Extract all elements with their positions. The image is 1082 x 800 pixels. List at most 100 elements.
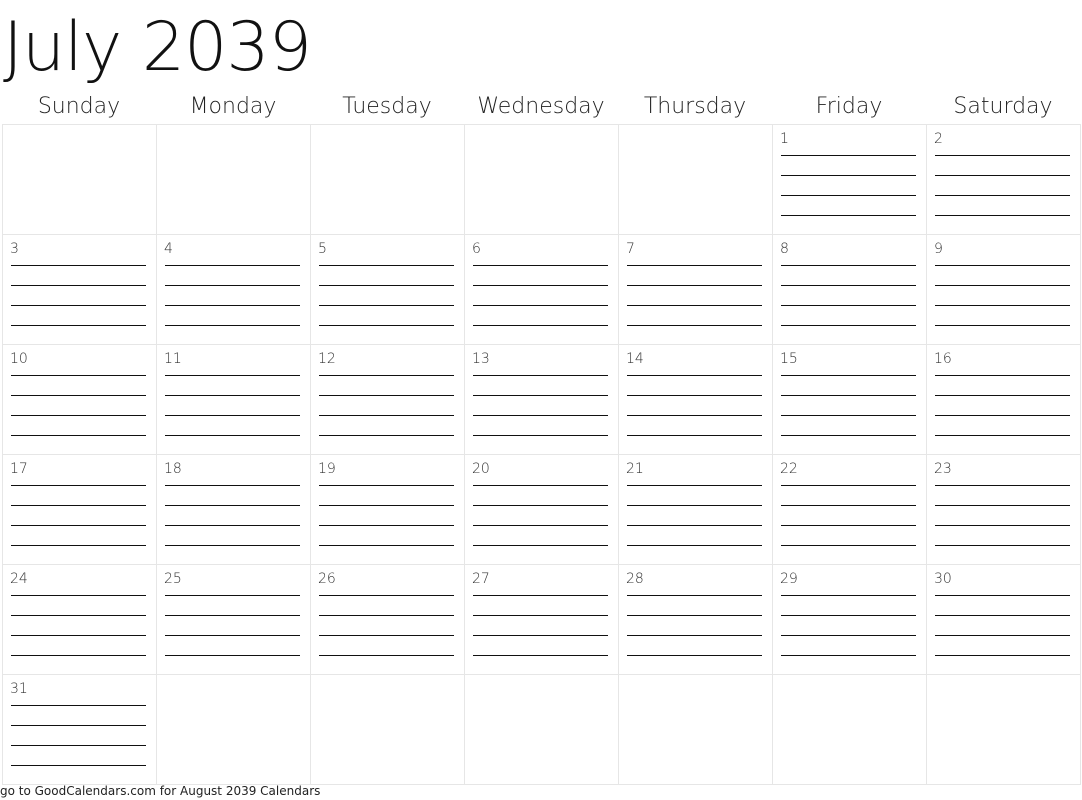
writing-line	[935, 505, 1070, 506]
writing-line	[11, 505, 146, 506]
day-number: 23	[934, 461, 952, 477]
day-cell[interactable]: 10	[3, 345, 157, 455]
writing-line	[935, 545, 1070, 546]
day-cell[interactable]: 19	[311, 455, 465, 565]
day-cell[interactable]: 1	[773, 125, 927, 235]
day-number: 30	[934, 571, 952, 587]
writing-line	[165, 285, 300, 286]
writing-line	[627, 655, 762, 656]
day-number: 15	[780, 351, 798, 367]
day-number: 26	[318, 571, 336, 587]
writing-line	[11, 415, 146, 416]
writing-line	[11, 375, 146, 376]
day-cell[interactable]: 12	[311, 345, 465, 455]
weekday-wednesday: Wednesday	[477, 94, 605, 119]
writing-line	[627, 395, 762, 396]
writing-line	[319, 655, 454, 656]
day-number: 27	[472, 571, 490, 587]
day-cell[interactable]: 23	[927, 455, 1081, 565]
writing-line	[935, 325, 1070, 326]
writing-line	[781, 305, 916, 306]
weekday-friday: Friday	[815, 94, 883, 119]
calendar-grid: 1 2 3 4 5 6 7 8 9 10 11 12 13 14 15 16 17 18 19 20 21 22 23 24 2…	[2, 124, 1081, 785]
day-cell[interactable]: 27	[465, 565, 619, 675]
day-cell[interactable]: 11	[157, 345, 311, 455]
writing-line	[627, 635, 762, 636]
writing-line	[11, 655, 146, 656]
footer-link[interactable]: go to GoodCalendars.com for August 2039 …	[0, 783, 320, 799]
writing-line	[781, 175, 916, 176]
day-cell[interactable]: 6	[465, 235, 619, 345]
day-cell[interactable]: 25	[157, 565, 311, 675]
day-cell[interactable]: 5	[311, 235, 465, 345]
writing-line	[781, 375, 916, 376]
day-cell[interactable]: 29	[773, 565, 927, 675]
writing-line	[935, 595, 1070, 596]
day-cell[interactable]: 14	[619, 345, 773, 455]
writing-line	[11, 325, 146, 326]
day-cell[interactable]: 26	[311, 565, 465, 675]
writing-line	[165, 435, 300, 436]
day-cell[interactable]: 24	[3, 565, 157, 675]
writing-line	[473, 435, 608, 436]
writing-line	[627, 505, 762, 506]
day-cell[interactable]: 22	[773, 455, 927, 565]
writing-line	[165, 525, 300, 526]
day-number: 6	[472, 241, 481, 257]
day-cell[interactable]: 16	[927, 345, 1081, 455]
day-cell[interactable]: 8	[773, 235, 927, 345]
day-cell[interactable]: 31	[3, 675, 157, 785]
writing-line	[935, 155, 1070, 156]
writing-line	[627, 305, 762, 306]
day-cell[interactable]: 9	[927, 235, 1081, 345]
writing-line	[165, 635, 300, 636]
empty-cell	[311, 675, 465, 785]
writing-line	[935, 435, 1070, 436]
day-number: 19	[318, 461, 336, 477]
day-cell[interactable]: 7	[619, 235, 773, 345]
writing-line	[11, 745, 146, 746]
writing-line	[781, 435, 916, 436]
writing-line	[627, 525, 762, 526]
day-cell[interactable]: 18	[157, 455, 311, 565]
writing-line	[319, 525, 454, 526]
writing-line	[319, 635, 454, 636]
weekday-sunday: Sunday	[37, 94, 121, 119]
day-number: 1	[780, 131, 789, 147]
day-cell[interactable]: 17	[3, 455, 157, 565]
writing-line	[11, 725, 146, 726]
day-cell[interactable]: 20	[465, 455, 619, 565]
writing-line	[319, 415, 454, 416]
writing-line	[11, 265, 146, 266]
day-cell[interactable]: 13	[465, 345, 619, 455]
writing-line	[11, 395, 146, 396]
day-cell[interactable]: 30	[927, 565, 1081, 675]
empty-cell	[157, 675, 311, 785]
day-number: 24	[10, 571, 28, 587]
writing-line	[319, 505, 454, 506]
writing-line	[319, 265, 454, 266]
writing-line	[627, 265, 762, 266]
day-cell[interactable]: 15	[773, 345, 927, 455]
writing-line	[165, 505, 300, 506]
weekday-header: Sunday Monday Tuesday Wednesday Thursday Frid…	[2, 92, 1080, 122]
writing-line	[319, 305, 454, 306]
writing-line	[935, 485, 1070, 486]
writing-line	[11, 305, 146, 306]
day-cell[interactable]: 21	[619, 455, 773, 565]
writing-line	[627, 615, 762, 616]
day-number: 18	[164, 461, 182, 477]
day-number: 10	[10, 351, 28, 367]
writing-line	[319, 485, 454, 486]
day-cell[interactable]: 3	[3, 235, 157, 345]
writing-line	[319, 285, 454, 286]
writing-line	[781, 395, 916, 396]
writing-line	[165, 265, 300, 266]
day-number: 29	[780, 571, 798, 587]
day-cell[interactable]: 28	[619, 565, 773, 675]
writing-line	[781, 655, 916, 656]
day-cell[interactable]: 4	[157, 235, 311, 345]
writing-line	[11, 285, 146, 286]
day-cell[interactable]: 2	[927, 125, 1081, 235]
writing-line	[473, 615, 608, 616]
